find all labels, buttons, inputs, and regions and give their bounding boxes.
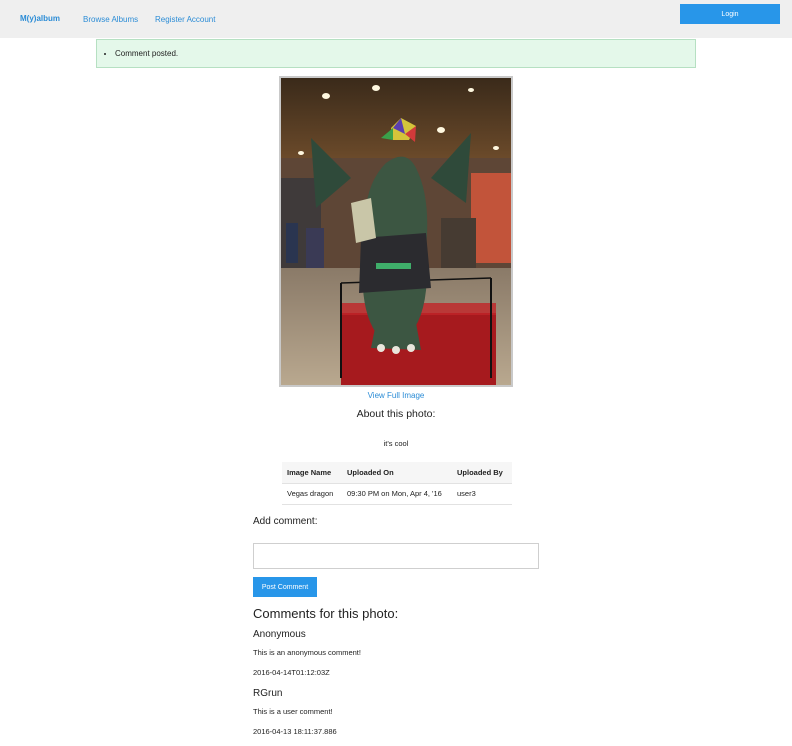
comment-author: RGrun — [253, 688, 283, 699]
comment-input[interactable] — [253, 543, 539, 569]
brand-link[interactable]: M(y)album — [20, 14, 60, 23]
comment-timestamp: 2016-04-14T01:12:03Z — [253, 668, 330, 677]
cell-image-name: Vegas dragon — [282, 483, 342, 505]
post-comment-button[interactable]: Post Comment — [253, 577, 317, 597]
cell-uploaded-by: user3 — [452, 483, 512, 505]
comment-author: Anonymous — [253, 629, 306, 640]
cell-uploaded-on: 09:30 PM on Mon, Apr 4, '16 — [342, 483, 452, 505]
navbar: M(y)album Browse Albums Register Account… — [0, 0, 792, 38]
header-image-name: Image Name — [282, 462, 342, 484]
photo-description: it's cool — [383, 439, 409, 448]
photo-image[interactable] — [281, 78, 511, 385]
about-photo-title: About this photo: — [356, 408, 436, 420]
header-uploaded-on: Uploaded On — [342, 462, 452, 484]
flash-list: Comment posted. — [115, 49, 178, 58]
comment-text: This is an anonymous comment! — [253, 648, 361, 657]
nav-browse-albums[interactable]: Browse Albums — [83, 15, 138, 24]
login-button[interactable]: Login — [680, 4, 780, 24]
comment-timestamp: 2016-04-13 18:11:37.886 — [253, 727, 337, 736]
table-header-row: Image Name Uploaded On Uploaded By — [282, 462, 512, 484]
comments-title: Comments for this photo: — [253, 606, 399, 621]
flash-item: Comment posted. — [115, 49, 178, 58]
add-comment-title: Add comment: — [253, 516, 318, 527]
view-full-image-link[interactable]: View Full Image — [0, 391, 792, 400]
comment-text: This is a user comment! — [253, 707, 333, 716]
table-row: Vegas dragon 09:30 PM on Mon, Apr 4, '16… — [282, 483, 512, 505]
nav-register-account[interactable]: Register Account — [155, 15, 215, 24]
photo-info-table: Image Name Uploaded On Uploaded By Vegas… — [282, 462, 512, 505]
flash-message: Comment posted. — [96, 39, 696, 68]
header-uploaded-by: Uploaded By — [452, 462, 512, 484]
photo-frame — [279, 76, 513, 387]
